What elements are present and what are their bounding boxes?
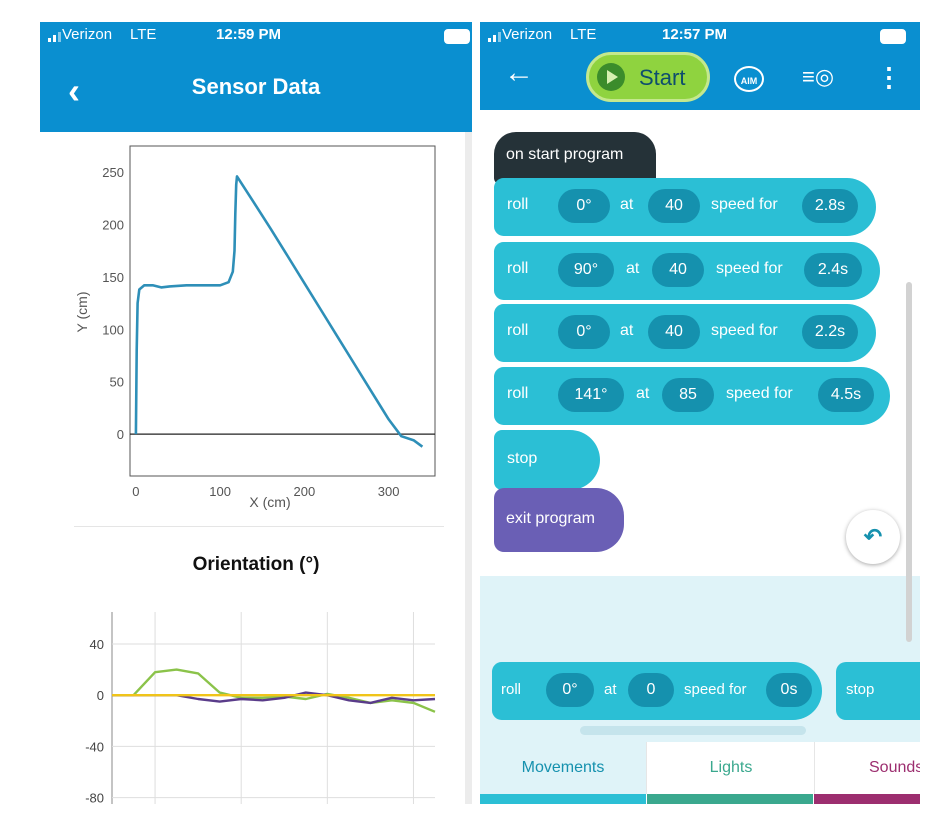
divider bbox=[74, 526, 444, 527]
heading-value[interactable]: 0° bbox=[558, 315, 610, 349]
speed-for-keyword: speed for bbox=[684, 681, 747, 698]
y-axis-label: Y (cm) bbox=[74, 292, 90, 333]
battery-icon bbox=[880, 29, 906, 44]
x-axis-label: X (cm) bbox=[249, 494, 290, 510]
at-keyword: at bbox=[620, 196, 634, 213]
at-keyword: at bbox=[620, 322, 634, 339]
x-tick-label: 200 bbox=[294, 484, 316, 499]
undo-icon: ↶ bbox=[863, 524, 883, 549]
tab-sounds[interactable]: Sounds bbox=[814, 742, 920, 794]
speed-value[interactable]: 40 bbox=[648, 189, 700, 223]
at-keyword: at bbox=[626, 260, 640, 277]
palette-scrollbar[interactable] bbox=[580, 726, 806, 735]
stop-block[interactable]: stop bbox=[494, 430, 600, 490]
at-keyword: at bbox=[604, 681, 617, 698]
aim-icon[interactable]: AIM bbox=[734, 66, 764, 92]
heading-value[interactable]: 0° bbox=[558, 189, 610, 223]
tab-lights-color-bar bbox=[647, 794, 813, 804]
undo-button[interactable]: ↶ bbox=[846, 510, 900, 564]
roll-block[interactable]: roll 141° at 85 speed for 4.5s bbox=[494, 367, 890, 425]
heading-value[interactable]: 141° bbox=[558, 378, 624, 412]
roll-block[interactable]: roll 0° at 40 speed for 2.2s bbox=[494, 304, 876, 362]
duration-value[interactable]: 2.4s bbox=[804, 253, 862, 287]
plot-frame bbox=[129, 145, 436, 477]
duration-value[interactable]: 4.5s bbox=[818, 378, 874, 412]
roll-keyword: roll bbox=[501, 681, 522, 698]
tab-lights[interactable]: Lights bbox=[646, 742, 815, 794]
network-label: LTE bbox=[130, 26, 157, 43]
program-editor-screen: Verizon LTE 12:57 PM ← Start AIM ≡◎ ⋮ on… bbox=[480, 22, 920, 804]
roll-keyword: roll bbox=[507, 260, 529, 277]
start-button-label: Start bbox=[639, 65, 686, 90]
x-tick-label: 100 bbox=[209, 484, 231, 499]
tab-movements[interactable]: Movements bbox=[480, 742, 646, 794]
vertical-scrollbar[interactable] bbox=[906, 282, 912, 642]
path-series-line bbox=[134, 175, 424, 448]
y-tick-label: 0 bbox=[117, 427, 124, 442]
y-tick-label: -40 bbox=[85, 739, 104, 754]
heading-value[interactable]: 90° bbox=[558, 253, 614, 287]
orientation-title: Orientation (°) bbox=[192, 554, 320, 575]
duration-value[interactable]: 2.8s bbox=[802, 189, 858, 223]
roll-keyword: roll bbox=[507, 385, 529, 402]
x-tick-label: 300 bbox=[378, 484, 400, 499]
tab-movements-color-bar bbox=[480, 794, 646, 804]
roll-block[interactable]: roll 0° at 40 speed for 2.8s bbox=[494, 178, 876, 236]
clock: 12:57 PM bbox=[662, 26, 728, 43]
stop-label: stop bbox=[846, 681, 875, 698]
speed-value[interactable]: 40 bbox=[648, 315, 700, 349]
battery-icon bbox=[444, 29, 470, 44]
speed-for-keyword: speed for bbox=[711, 322, 778, 339]
back-arrow-icon[interactable]: ← bbox=[504, 56, 534, 90]
y-tick-label: 0 bbox=[97, 688, 104, 703]
network-label: LTE bbox=[570, 26, 597, 43]
exit-program-block[interactable]: exit program bbox=[494, 488, 624, 552]
carrier-label: Verizon bbox=[62, 26, 113, 43]
clock: 12:59 PM bbox=[216, 26, 282, 43]
y-tick-label: -80 bbox=[85, 791, 104, 804]
duration-value[interactable]: 0s bbox=[766, 673, 812, 707]
speed-for-keyword: speed for bbox=[716, 260, 783, 277]
roll-keyword: roll bbox=[507, 322, 529, 339]
play-icon bbox=[597, 63, 625, 91]
sensor-stream-icon[interactable]: ≡◎ bbox=[802, 64, 834, 90]
start-button[interactable]: Start bbox=[586, 52, 710, 102]
y-tick-label: 250 bbox=[102, 165, 124, 180]
roll-keyword: roll bbox=[507, 196, 529, 213]
on-start-label: on start program bbox=[506, 146, 624, 163]
category-tabs: Movements Lights Sounds bbox=[480, 742, 920, 804]
y-tick-label: 100 bbox=[102, 322, 124, 337]
page-title: Sensor Data bbox=[191, 74, 321, 99]
nav-bar: ‹ Sensor Data bbox=[40, 48, 472, 132]
x-tick-label: 0 bbox=[132, 484, 139, 499]
at-keyword: at bbox=[636, 385, 650, 402]
y-tick-label: 200 bbox=[102, 218, 124, 233]
y-tick-label: 40 bbox=[90, 637, 104, 652]
stop-label: stop bbox=[507, 450, 538, 467]
speed-value[interactable]: 0 bbox=[628, 673, 674, 707]
status-bar: Verizon LTE 12:59 PM bbox=[40, 22, 472, 48]
speed-value[interactable]: 40 bbox=[652, 253, 704, 287]
more-menu-icon[interactable]: ⋮ bbox=[876, 62, 902, 93]
exit-program-label: exit program bbox=[506, 510, 595, 527]
status-bar: Verizon LTE 12:57 PM bbox=[480, 22, 920, 48]
orientation-series-line bbox=[112, 668, 436, 713]
roll-block[interactable]: roll 90° at 40 speed for 2.4s bbox=[494, 242, 880, 300]
speed-for-keyword: speed for bbox=[726, 385, 793, 402]
palette-stop-block[interactable]: stop bbox=[836, 662, 920, 720]
carrier-label: Verizon bbox=[502, 26, 553, 43]
position-chart: 0 50 100 150 200 250 0 100 200 300 Y (cm) X (cm) bbox=[74, 145, 436, 510]
toolbar: ← Start AIM ≡◎ ⋮ bbox=[480, 48, 920, 110]
y-tick-label: 150 bbox=[102, 270, 124, 285]
heading-value[interactable]: 0° bbox=[546, 673, 594, 707]
orientation-chart: 40 0 -40 -80 bbox=[85, 612, 436, 804]
palette-roll-block[interactable]: roll 0° at 0 speed for 0s bbox=[492, 662, 822, 720]
tab-sounds-color-bar bbox=[814, 794, 920, 804]
on-start-block[interactable]: on start program bbox=[494, 132, 656, 184]
y-tick-label: 50 bbox=[110, 375, 124, 390]
speed-for-keyword: speed for bbox=[711, 196, 778, 213]
duration-value[interactable]: 2.2s bbox=[802, 315, 858, 349]
speed-value[interactable]: 85 bbox=[662, 378, 714, 412]
sensor-data-screen: Verizon LTE 12:59 PM ‹ Sensor Data 0 50 10… bbox=[40, 22, 472, 804]
